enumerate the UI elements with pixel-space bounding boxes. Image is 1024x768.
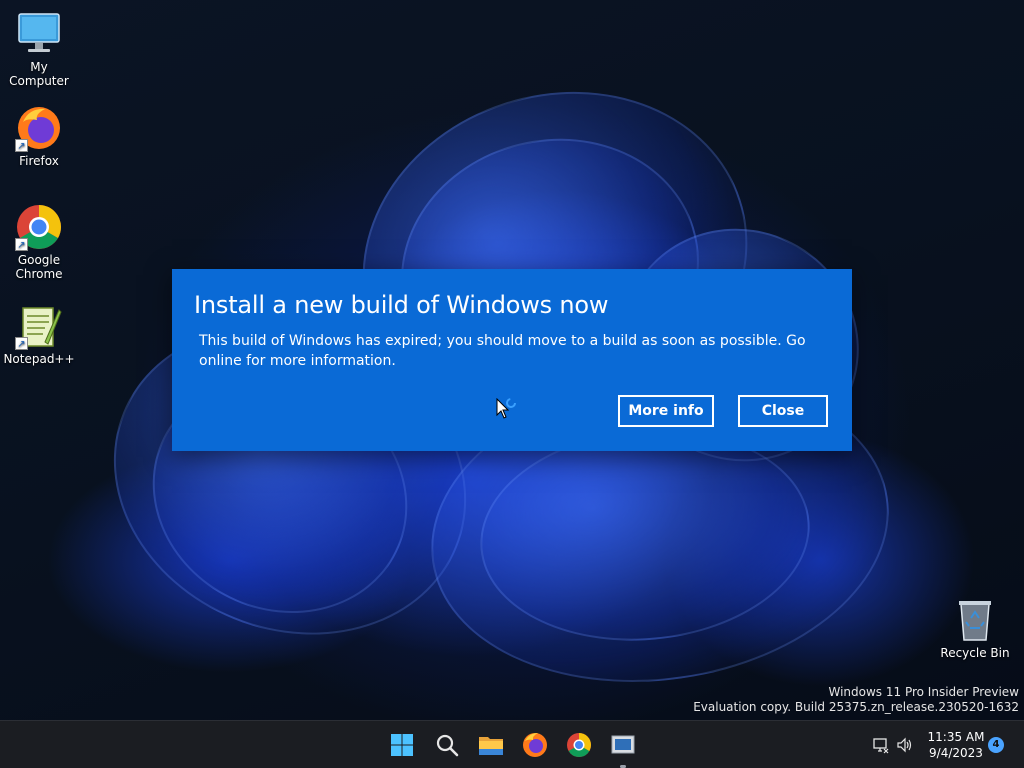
notepad-plus-plus-icon: ↗: [15, 302, 63, 350]
firefox-icon: ↗: [15, 104, 63, 152]
watermark-line-1: Windows 11 Pro Insider Preview: [828, 685, 1019, 699]
desktop-icon-label: My Computer: [9, 60, 69, 88]
network-icon[interactable]: [872, 736, 890, 754]
desktop-icon-label: Firefox: [19, 154, 59, 168]
shortcut-arrow-icon: ↗: [15, 337, 28, 350]
monitor-icon: [15, 10, 63, 58]
more-info-button[interactable]: More info: [618, 395, 714, 427]
notification-badge[interactable]: 4: [988, 737, 1004, 753]
system-clock[interactable]: 11:35 AM 9/4/2023: [924, 729, 988, 761]
volume-icon[interactable]: [896, 736, 914, 754]
dialog-title: Install a new build of Windows now: [194, 291, 609, 319]
chrome-icon[interactable]: [563, 729, 595, 761]
build-expired-dialog: Install a new build of Windows now This …: [172, 269, 852, 451]
recycle-bin-icon: [951, 596, 999, 644]
desktop-icon-firefox[interactable]: ↗ Firefox: [0, 104, 78, 168]
start-icon[interactable]: [386, 729, 418, 761]
file-explorer-icon[interactable]: [475, 729, 507, 761]
clock-date: 9/4/2023: [929, 746, 983, 760]
desktop-icon-my-computer[interactable]: My Computer: [0, 10, 78, 88]
clock-time: 11:35 AM: [927, 730, 985, 744]
search-icon[interactable]: [431, 729, 463, 761]
shortcut-arrow-icon: ↗: [15, 238, 28, 251]
desktop-icon-label: Notepad++: [3, 352, 75, 366]
desktop-icon-label: Google Chrome: [15, 253, 63, 281]
taskbar: 11:35 AM 9/4/2023 4: [0, 720, 1024, 768]
close-button[interactable]: Close: [738, 395, 828, 427]
evaluation-watermark: Windows 11 Pro Insider Preview Evaluatio…: [693, 685, 1019, 715]
watermark-line-2: Evaluation copy. Build 25375.zn_release.…: [693, 700, 1019, 714]
dialog-message: This build of Windows has expired; you s…: [199, 333, 806, 369]
desktop-icon-notepad-plus-plus[interactable]: ↗ Notepad++: [0, 302, 78, 366]
busy-cursor-icon: [496, 397, 516, 422]
desktop-icon-google-chrome[interactable]: ↗ Google Chrome: [0, 203, 78, 281]
desktop-icon-recycle-bin[interactable]: Recycle Bin: [936, 596, 1014, 660]
desktop-icon-label: Recycle Bin: [940, 646, 1010, 660]
shortcut-arrow-icon: ↗: [15, 139, 28, 152]
app-window-icon[interactable]: [607, 729, 639, 761]
chrome-icon: ↗: [15, 203, 63, 251]
firefox-icon[interactable]: [519, 729, 551, 761]
